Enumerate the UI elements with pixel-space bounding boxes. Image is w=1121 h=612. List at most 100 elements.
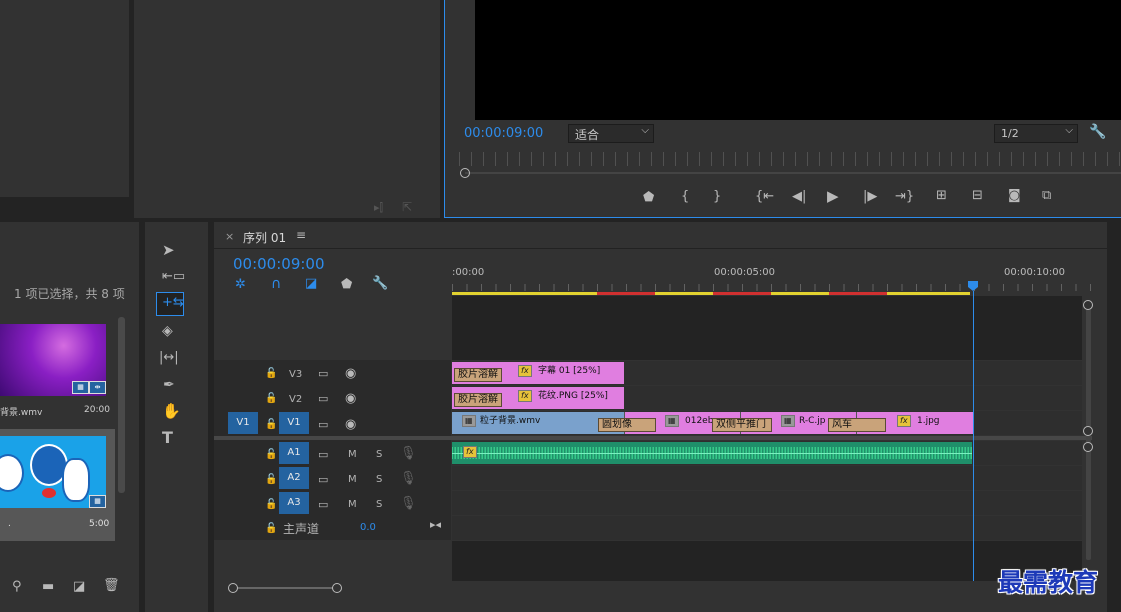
- lock-icon[interactable]: 🔓: [265, 448, 277, 462]
- master-volume-value[interactable]: 0.0: [360, 522, 376, 533]
- mute-button[interactable]: M: [348, 499, 357, 510]
- sync-lock-icon[interactable]: ▭: [318, 448, 328, 462]
- new-item-icon[interactable]: ◪: [73, 580, 85, 594]
- fit-select[interactable]: 适合 ⌵: [568, 124, 654, 143]
- render-bar-red: [597, 292, 655, 295]
- timeline-bottom-empty: [452, 541, 1082, 581]
- snap-icon[interactable]: ∩: [271, 277, 281, 291]
- razor-tool-icon[interactable]: ◈: [162, 324, 173, 338]
- sequence-timecode[interactable]: 00:00:09:00: [233, 255, 325, 273]
- sync-lock-icon[interactable]: ▭: [318, 473, 328, 487]
- resolution-select[interactable]: 1/2 ⌵: [994, 124, 1078, 143]
- microphone-icon[interactable]: 🎙: [400, 447, 417, 461]
- scroll-handle-mid[interactable]: [1083, 426, 1093, 436]
- monitor-playhead-handle[interactable]: [460, 168, 470, 178]
- transition-pinwheel[interactable]: 风车: [828, 418, 886, 432]
- monitor-scroll-track: [465, 172, 1121, 174]
- lock-icon[interactable]: 🔓: [265, 498, 277, 512]
- transition-iris-round[interactable]: 圆划像: [598, 418, 656, 432]
- mark-in-icon[interactable]: {: [681, 190, 689, 204]
- lock-icon[interactable]: 🔓: [265, 367, 277, 381]
- transition-double-door[interactable]: 双侧平推门: [712, 418, 772, 432]
- project-item-name[interactable]: 背景.wmv: [0, 405, 42, 418]
- render-bar-yellow: [655, 292, 713, 295]
- lift-icon[interactable]: ⊞: [936, 189, 947, 203]
- effect-controls-panel: ▸⫿ ⇱: [134, 0, 440, 218]
- compare-icon[interactable]: ⧉: [1042, 189, 1051, 203]
- track-select-tool-icon[interactable]: ⇤▭: [162, 270, 185, 284]
- lock-icon[interactable]: 🔓: [265, 473, 277, 487]
- cartoon-figure-1: [0, 454, 24, 492]
- eye-icon[interactable]: ◉: [345, 392, 356, 406]
- microphone-icon[interactable]: 🎙: [400, 472, 417, 486]
- time-ruler[interactable]: :00:00 00:00:05:00 00:00:10:00: [452, 262, 1092, 296]
- slip-tool-icon[interactable]: |↔|: [159, 351, 179, 365]
- step-back-icon[interactable]: ◀|: [792, 190, 806, 204]
- zoom-scroll-track[interactable]: [232, 587, 337, 589]
- scroll-handle-top[interactable]: [1083, 300, 1093, 310]
- track-target-a1[interactable]: A1: [279, 442, 309, 464]
- go-to-out-icon[interactable]: ⇥}: [895, 190, 914, 204]
- project-item-name[interactable]: .: [8, 519, 11, 529]
- timeline-settings-icon[interactable]: 🔧: [372, 277, 388, 291]
- scroll-handle-mid2[interactable]: [1083, 442, 1093, 452]
- fx-badge-icon: fx: [463, 446, 477, 458]
- search-icon[interactable]: ⚲: [12, 580, 22, 594]
- transition-film-dissolve[interactable]: 胶片溶解: [454, 393, 502, 407]
- wrench-icon[interactable]: 🔧: [1089, 125, 1106, 139]
- insert-icon[interactable]: ▸⫿: [374, 201, 383, 215]
- export-frame-icon[interactable]: ⇱: [402, 200, 412, 214]
- mute-button[interactable]: M: [348, 449, 357, 460]
- clip-label: 012eb: [685, 416, 714, 426]
- audio-clip[interactable]: fx: [452, 442, 972, 464]
- go-to-in-icon[interactable]: {⇤: [755, 190, 774, 204]
- ripple-edit-tool-icon[interactable]: +⇆: [162, 296, 184, 310]
- lock-icon[interactable]: 🔓: [265, 522, 277, 536]
- sync-lock-icon[interactable]: ▭: [318, 498, 328, 512]
- mute-button[interactable]: M: [348, 474, 357, 485]
- lock-icon[interactable]: 🔓: [265, 418, 277, 432]
- tab-menu-icon[interactable]: ≡: [296, 228, 306, 242]
- selection-tool-icon[interactable]: ➤: [162, 243, 175, 258]
- go-to-end-icon[interactable]: ▸◂: [430, 518, 441, 532]
- watermark-logo: 最需教育: [998, 568, 1099, 597]
- track-target-a2[interactable]: A2: [279, 467, 309, 489]
- eye-icon[interactable]: ◉: [345, 418, 356, 432]
- sequence-tab[interactable]: 序列 01: [243, 229, 286, 246]
- microphone-icon[interactable]: 🎙: [400, 497, 417, 511]
- type-tool-icon[interactable]: T: [162, 430, 173, 446]
- project-scrollbar[interactable]: [118, 317, 125, 493]
- close-tab-icon[interactable]: ×: [225, 230, 234, 243]
- program-timecode[interactable]: 00:00:09:00: [464, 126, 543, 141]
- solo-button[interactable]: S: [376, 499, 382, 510]
- linked-selection-icon[interactable]: ◪: [305, 277, 317, 291]
- lock-icon[interactable]: 🔓: [265, 392, 277, 406]
- sync-lock-icon[interactable]: ▭: [318, 367, 328, 381]
- extract-icon[interactable]: ⊟: [972, 189, 983, 203]
- solo-button[interactable]: S: [376, 474, 382, 485]
- eye-icon[interactable]: ◉: [345, 367, 356, 381]
- marker-icon[interactable]: ⬟: [643, 191, 654, 205]
- sync-lock-icon[interactable]: ▭: [318, 418, 328, 432]
- transition-film-dissolve[interactable]: 胶片溶解: [454, 368, 502, 382]
- clip-label: 1.jpg: [917, 416, 940, 426]
- play-icon[interactable]: ▶: [827, 189, 839, 204]
- solo-button[interactable]: S: [376, 449, 382, 460]
- mark-out-icon[interactable]: }: [713, 190, 721, 204]
- track-target-v1[interactable]: V1: [279, 412, 309, 434]
- source-patch-v1[interactable]: V1: [228, 412, 258, 434]
- add-marker-icon[interactable]: ⬟: [341, 278, 352, 292]
- camera-icon[interactable]: ◙: [1008, 189, 1021, 203]
- hand-tool-icon[interactable]: ✋: [162, 404, 181, 419]
- zoom-handle-left[interactable]: [228, 583, 238, 593]
- nest-icon[interactable]: ✲: [235, 278, 246, 292]
- trash-icon[interactable]: 🗑: [103, 579, 120, 593]
- step-forward-icon[interactable]: |▶: [863, 190, 877, 204]
- track-row-a3: [452, 491, 1082, 515]
- pen-tool-icon[interactable]: ✒: [163, 378, 175, 392]
- zoom-handle-right[interactable]: [332, 583, 342, 593]
- new-bin-icon[interactable]: ▬: [42, 580, 54, 594]
- track-target-a3[interactable]: A3: [279, 492, 309, 514]
- monitor-time-ruler[interactable]: [459, 152, 1121, 166]
- sync-lock-icon[interactable]: ▭: [318, 392, 328, 406]
